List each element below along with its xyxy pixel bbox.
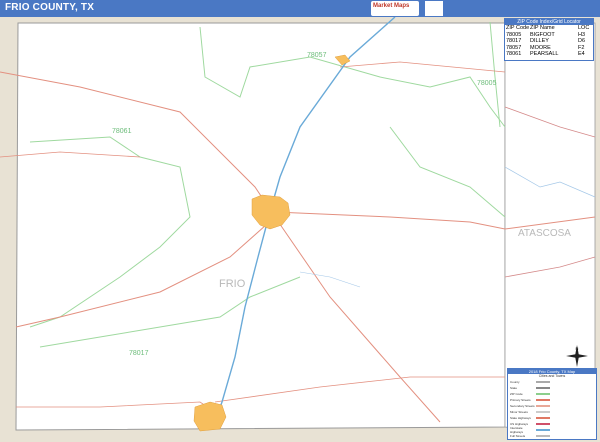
county-label-frio: FRIO: [219, 278, 246, 290]
legend-swatch: [536, 405, 550, 407]
legend-item-label: Primary Streets: [510, 398, 531, 402]
compass-icon: N: [566, 345, 588, 367]
map-legend: 2018 Frio County, TX Map Cities and Town…: [507, 368, 597, 440]
legend-swatch: [536, 411, 550, 413]
zip-label-78061: 78061: [112, 128, 132, 135]
legend-item-label: Minor Streets: [510, 410, 528, 414]
table-row: 78061 PEARSALL E4: [506, 51, 585, 57]
city-dilley: [193, 401, 227, 432]
map-title: FRIO COUNTY, TX: [5, 2, 95, 13]
legend-swatch: [536, 417, 550, 419]
brand-logo-text: Market Maps: [373, 3, 410, 9]
legend-swatch: [536, 435, 550, 437]
title-bar: FRIO COUNTY, TX Market Maps: [0, 0, 600, 17]
county-label-atascosa: ATASCOSA: [518, 228, 571, 239]
legend-item-label: State Highways: [510, 416, 531, 420]
brand-logo: Market Maps: [371, 1, 419, 16]
legend-item-label: State: [510, 386, 518, 390]
legend-item-label: Full Streets: [510, 434, 526, 438]
zip-index-table: ZIP Code Index/Grid Locator ZIP Code ZIP…: [504, 18, 594, 61]
legend-swatch: [536, 393, 550, 395]
legend-item-label: ZIP Code: [510, 392, 523, 396]
legend-item-label: Secondary Streets: [510, 404, 535, 408]
legend-swatch: [536, 399, 550, 401]
legend-item-label: Interstate Highways: [510, 426, 524, 434]
zip-label-78005: 78005: [477, 80, 497, 87]
legend-swatch: [536, 381, 550, 383]
legend-swatch: [536, 429, 550, 431]
zip-label-78017: 78017: [129, 350, 149, 357]
legend-item-label: County: [510, 380, 520, 384]
legend-items: County State ZIP Code Primary Streets Second…: [508, 379, 596, 439]
badge-icon: [425, 1, 443, 16]
county-boundary: [15, 22, 506, 431]
zip-label-78057: 78057: [307, 52, 327, 59]
legend-swatch: [536, 387, 550, 389]
legend-swatch: [536, 423, 550, 425]
legend-item: Full Streets: [508, 433, 596, 439]
svg-text:N: N: [576, 346, 579, 351]
